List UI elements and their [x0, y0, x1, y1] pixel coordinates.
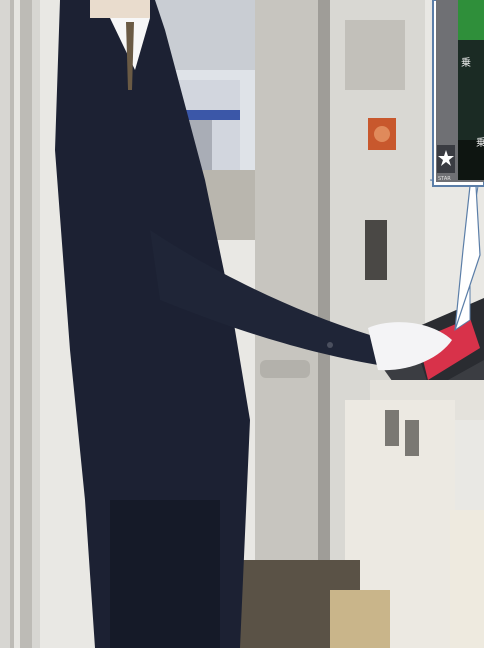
side-cabinet — [450, 510, 484, 648]
callout-screen-dark — [458, 40, 484, 140]
callout-label-1: 乗 — [461, 57, 471, 69]
sleeve-button — [327, 342, 333, 348]
door-handle — [260, 360, 310, 378]
left-door-frame — [10, 0, 32, 648]
conductor-neck — [90, 0, 150, 18]
left-frame-highlight — [14, 0, 20, 648]
emergency-button-ring — [374, 126, 390, 142]
conductor-trousers — [110, 500, 220, 648]
upper-panel — [345, 20, 405, 90]
star-logo-text: STAR — [438, 176, 451, 182]
key-switch — [365, 220, 387, 280]
callout-label-2: 乗 — [476, 137, 484, 149]
cabinet-slot-2 — [405, 420, 419, 456]
photo-illustration: 乗 乗 STAR — [0, 0, 484, 648]
photo-scene: 乗 乗 STAR — [0, 0, 484, 648]
callout-screen-green — [458, 0, 484, 40]
cabinet-slot-1 — [385, 410, 399, 446]
floor-plate — [330, 590, 390, 648]
